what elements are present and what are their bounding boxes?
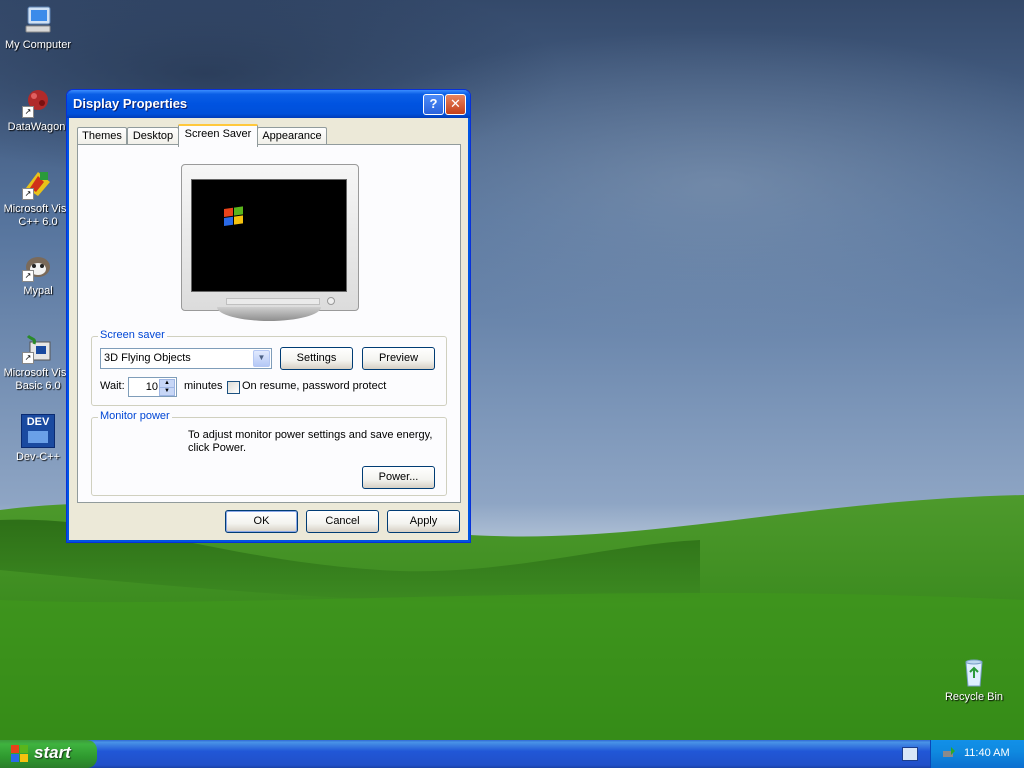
start-label: start <box>34 743 71 762</box>
wait-minutes-stepper[interactable]: 10 ▲ ▼ <box>128 377 177 397</box>
display-properties-window: Display Properties ? ✕ Themes Desktop Sc… <box>66 89 471 543</box>
password-protect-label[interactable]: On resume, password protect <box>242 380 386 392</box>
wait-label: Wait: <box>100 380 125 392</box>
preview-button[interactable]: Preview <box>362 347 435 370</box>
settings-button[interactable]: Settings <box>280 347 353 370</box>
preview-screen <box>191 179 347 292</box>
system-tray: 11:40 AM <box>930 740 1024 768</box>
monitor-power-group-title: Monitor power <box>98 410 172 422</box>
shortcut-arrow-icon: ↗ <box>22 188 34 200</box>
desktop-icon-recycle-bin[interactable]: Recycle Bin <box>934 656 1014 704</box>
shortcut-arrow-icon: ↗ <box>22 106 34 118</box>
minutes-label: minutes <box>184 380 223 392</box>
tab-desktop[interactable]: Desktop <box>127 127 179 145</box>
tab-themes[interactable]: Themes <box>77 127 127 145</box>
power-led <box>327 297 335 305</box>
windows-flag-icon <box>11 745 28 762</box>
chevron-down-icon[interactable]: ▼ <box>253 350 270 367</box>
screen-saver-select[interactable]: 3D Flying Objects ▼ <box>100 348 272 369</box>
monitor-preview <box>181 164 361 324</box>
datawagon-icon: ↗ <box>22 86 54 118</box>
shortcut-arrow-icon: ↗ <box>22 352 34 364</box>
cancel-button[interactable]: Cancel <box>306 510 379 533</box>
wait-value: 10 <box>145 381 158 393</box>
monitor-frame <box>181 164 359 311</box>
screen-saver-value: 3D Flying Objects <box>104 352 191 364</box>
spin-down-icon[interactable]: ▼ <box>159 387 175 396</box>
monitor-stand <box>217 307 321 321</box>
monitor-power-group: Monitor power To adjust monitor power se… <box>91 410 447 496</box>
title-bar[interactable]: Display Properties ? ✕ <box>67 90 470 118</box>
recycle-bin-icon <box>958 656 990 688</box>
keyboard-icon[interactable] <box>902 747 918 761</box>
my-computer-icon <box>22 4 54 36</box>
start-button[interactable]: start <box>0 740 97 768</box>
dev-cpp-icon: DEV <box>21 414 55 448</box>
power-button[interactable]: Power... <box>362 466 435 489</box>
screen-saver-panel: Screen saver 3D Flying Objects ▼ Setting… <box>77 144 461 503</box>
visual-basic-icon: ↗ <box>22 332 54 364</box>
safely-remove-hardware-icon[interactable] <box>941 745 957 761</box>
visual-cpp-icon: ↗ <box>22 168 54 200</box>
monitor-slot <box>226 298 320 305</box>
close-button[interactable]: ✕ <box>445 94 466 115</box>
mypal-icon: ↗ <box>22 250 54 282</box>
shortcut-arrow-icon: ↗ <box>22 270 34 282</box>
tab-screen-saver[interactable]: Screen Saver <box>178 124 258 147</box>
password-protect-checkbox[interactable] <box>227 381 240 394</box>
taskbar: start 11:40 AM <box>0 740 1024 768</box>
screen-saver-group-title: Screen saver <box>98 329 167 341</box>
ok-button[interactable]: OK <box>225 510 298 533</box>
clock[interactable]: 11:40 AM <box>964 747 1010 759</box>
tab-appearance[interactable]: Appearance <box>257 127 327 145</box>
screen-saver-group: Screen saver 3D Flying Objects ▼ Setting… <box>91 329 447 406</box>
desktop-icon-my-computer[interactable]: My Computer <box>0 4 78 52</box>
monitor-power-text: To adjust monitor power settings and sav… <box>188 429 433 454</box>
windows-logo-icon <box>224 206 243 226</box>
help-button[interactable]: ? <box>423 94 444 115</box>
window-title: Display Properties <box>73 96 188 111</box>
apply-button[interactable]: Apply <box>387 510 460 533</box>
